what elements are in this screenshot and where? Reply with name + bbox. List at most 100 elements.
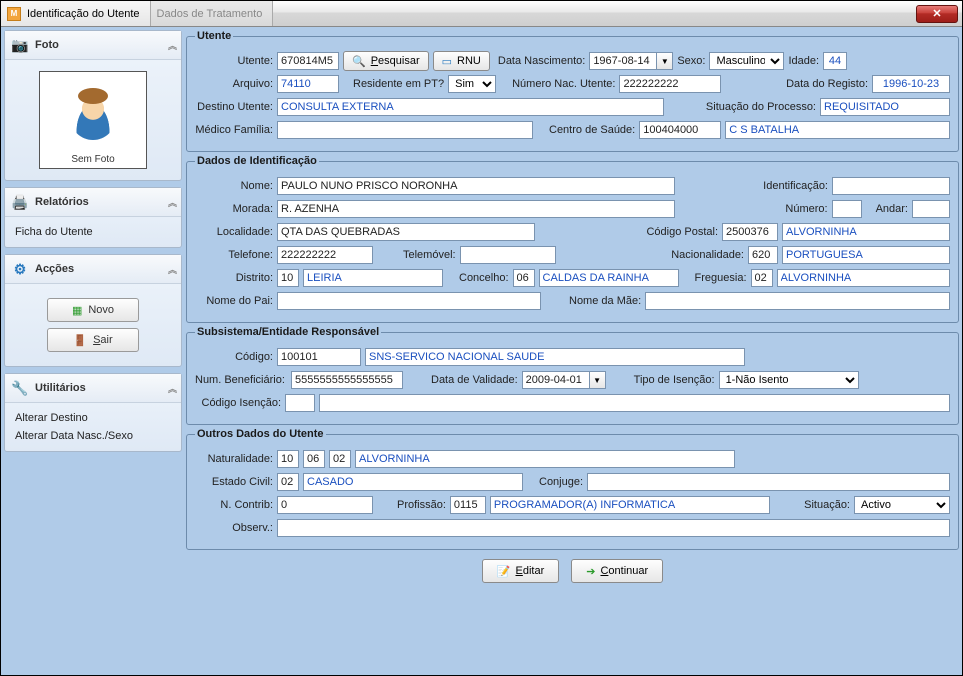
gear-icon: ⚙ [11, 260, 29, 278]
panel-foto: 📷 Foto ︽ Sem Foto [4, 30, 182, 181]
cp-field[interactable] [722, 223, 778, 241]
exit-icon: 🚪 [73, 334, 87, 347]
conjuge-field[interactable] [587, 473, 950, 491]
distrito-cod[interactable] [277, 269, 299, 287]
arquivo-field[interactable] [277, 75, 339, 93]
close-button[interactable]: ✕ [916, 5, 958, 23]
contrib-field[interactable] [277, 496, 373, 514]
residente-select[interactable]: Sim [448, 75, 496, 93]
concelho-cod[interactable] [513, 269, 535, 287]
observ-field[interactable] [277, 519, 950, 537]
chevron-up-icon[interactable]: ︽ [168, 39, 175, 52]
lbl-freguesia: Freguesia: [695, 272, 747, 284]
group-sub-legend: Subsistema/Entidade Responsável [195, 326, 381, 338]
chevron-up-icon[interactable]: ︽ [168, 196, 175, 209]
panel-accoes: ⚙ Acções ︽ ▦ Novo 🚪 Sair [4, 254, 182, 367]
numero-field[interactable] [832, 200, 862, 218]
window-tab-active[interactable]: M Identificação do Utente [1, 1, 151, 26]
nat1-field[interactable] [277, 450, 299, 468]
validade-field[interactable]: ▼ [522, 371, 606, 389]
group-utente: Utente Utente: 🔍 Pesquisar ▭ RNU Data Na… [186, 30, 959, 152]
lbl-concelho: Concelho: [459, 272, 509, 284]
medico-field[interactable] [277, 121, 533, 139]
benef-field[interactable] [291, 371, 403, 389]
edit-icon: 📝 [497, 565, 511, 578]
window-tab-inactive[interactable]: Dados de Tratamento [151, 1, 274, 26]
lbl-sub-cod: Código: [195, 351, 273, 363]
mae-field[interactable] [645, 292, 950, 310]
chevron-up-icon[interactable]: ︽ [168, 263, 175, 276]
dropdown-icon[interactable]: ▼ [657, 52, 673, 70]
cp-nome-field [782, 223, 950, 241]
nac-cod-field[interactable] [748, 246, 778, 264]
wrench-icon: 🔧 [11, 379, 29, 397]
lbl-observ: Observ.: [195, 522, 273, 534]
destino-field[interactable] [277, 98, 664, 116]
group-ident-legend: Dados de Identificação [195, 155, 319, 167]
lbl-situacao-outros: Situação: [804, 499, 850, 511]
andar-field[interactable] [912, 200, 950, 218]
nat3-field[interactable] [329, 450, 351, 468]
dropdown-icon[interactable]: ▼ [590, 371, 606, 389]
rnu-button[interactable]: ▭ RNU [433, 51, 490, 71]
morada-field[interactable] [277, 200, 675, 218]
pai-field[interactable] [277, 292, 541, 310]
lbl-situacao: Situação do Processo: [688, 101, 816, 113]
lbl-morada: Morada: [195, 203, 273, 215]
nascimento-field[interactable]: ▼ [589, 52, 673, 70]
sub-cod-field[interactable] [277, 348, 361, 366]
lbl-benef: Num. Beneficiário: [195, 374, 287, 386]
lbl-data-registo: Data do Registo: [786, 78, 868, 90]
isencao-select[interactable]: 1-Não Isento [719, 371, 859, 389]
freguesia-cod[interactable] [751, 269, 773, 287]
lbl-pai: Nome do Pai: [195, 295, 273, 307]
footer-toolbar: 📝 Editar ➔ Continuar [186, 553, 959, 587]
cod-isencao-field[interactable] [285, 394, 315, 412]
concelho-nome [539, 269, 679, 287]
identificacao-field[interactable] [832, 177, 950, 195]
pesquisar-button[interactable]: 🔍 Pesquisar [343, 51, 429, 71]
plus-icon: ▦ [72, 304, 82, 317]
lbl-num-nac: Número Nac. Utente: [512, 78, 615, 90]
novo-button[interactable]: ▦ Novo [47, 298, 139, 322]
sair-button[interactable]: 🚪 Sair [47, 328, 139, 352]
telefone-field[interactable] [277, 246, 373, 264]
utente-field[interactable] [277, 52, 339, 70]
lbl-distrito: Distrito: [195, 272, 273, 284]
lbl-cod-isencao: Código Isenção: [195, 397, 281, 409]
lbl-nascimento: Data Nascimento: [498, 55, 585, 67]
chevron-up-icon[interactable]: ︽ [168, 382, 175, 395]
window-title: Identificação do Utente [27, 8, 140, 20]
continuar-button[interactable]: ➔ Continuar [571, 559, 663, 583]
num-nac-field[interactable] [619, 75, 721, 93]
prof-cod-field[interactable] [450, 496, 486, 514]
centro-cod-field[interactable] [639, 121, 721, 139]
nat-nome-field [355, 450, 735, 468]
lbl-mae: Nome da Mãe: [569, 295, 641, 307]
lbl-idade: Idade: [788, 55, 819, 67]
photo-caption: Sem Foto [71, 154, 114, 165]
data-registo-field [872, 75, 950, 93]
editar-button[interactable]: 📝 Editar [482, 559, 559, 583]
sub-nome-field [365, 348, 745, 366]
localidade-field[interactable] [277, 223, 535, 241]
sidebar: 📷 Foto ︽ Sem Foto 🖨️ Relatórios ︽ [4, 30, 182, 672]
sidebar-item-ficha[interactable]: Ficha do Utente [13, 223, 173, 241]
lbl-nome: Nome: [195, 180, 273, 192]
lbl-numero: Número: [785, 203, 827, 215]
lbl-sexo: Sexo: [677, 55, 705, 67]
app-icon: M [7, 7, 21, 21]
sidebar-item-alterar-destino[interactable]: Alterar Destino [13, 409, 173, 427]
freguesia-nome [777, 269, 950, 287]
panel-accoes-title: Acções [35, 263, 74, 275]
lbl-conjuge: Conjuge: [539, 476, 583, 488]
nac-nome-field [782, 246, 950, 264]
telemovel-field[interactable] [460, 246, 556, 264]
lbl-isencao: Tipo de Isenção: [634, 374, 715, 386]
sidebar-item-alterar-data[interactable]: Alterar Data Nasc./Sexo [13, 427, 173, 445]
situacao-select[interactable]: Activo [854, 496, 950, 514]
nat2-field[interactable] [303, 450, 325, 468]
ec-cod-field[interactable] [277, 473, 299, 491]
sexo-select[interactable]: Masculino [709, 52, 784, 70]
nome-field[interactable] [277, 177, 675, 195]
